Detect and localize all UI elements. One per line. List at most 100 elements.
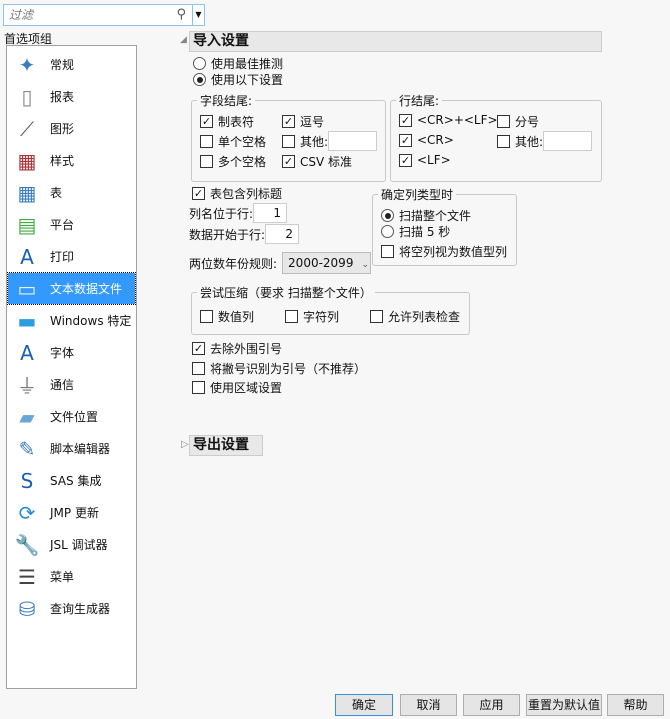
checkbox-label: 使用区域设置 [210,381,283,395]
group-title: 行结尾: [399,94,440,108]
sidebar-item[interactable]: ✦ 常规 [8,49,135,80]
filter-dropdown-button[interactable]: ▼ [192,4,205,26]
sidebar-item[interactable]: ▯ 报表 [8,81,135,112]
checkbox[interactable] [497,134,510,148]
checkbox-compress-char[interactable]: 字符列 [285,308,339,325]
checkbox[interactable] [285,310,298,323]
export-settings-header[interactable]: 导出设置 [189,435,263,456]
sidebar-item[interactable]: A 打印 [8,241,135,272]
year-rule-select[interactable]: 2000-2099 ⌄ [282,252,372,274]
radio-scan-5[interactable]: 扫描 5 秒 [381,223,450,240]
filter-input-box[interactable]: ⚲ [3,4,193,26]
filter-input[interactable] [4,5,164,25]
expand-triangle-icon[interactable]: ▷ [181,439,189,450]
checkbox-apostrophe[interactable]: 将撇号识别为引号（不推荐） [192,360,366,377]
checkbox-lf[interactable]: ✓ <LF> [399,153,451,167]
line-other-input[interactable] [543,131,593,151]
checkbox[interactable]: ✓ [399,113,412,127]
collapse-triangle-icon[interactable]: ◢ [180,35,187,45]
font-icon: A [20,340,34,365]
checkbox[interactable] [370,310,383,323]
checkbox[interactable] [200,155,213,168]
checkbox[interactable]: ✓ [192,187,205,200]
field-other-input[interactable] [328,131,378,151]
sidebar-item[interactable]: ▤ 平台 [8,209,135,240]
col-names-row-input[interactable]: 1 [253,203,288,223]
checkbox-label: 分号 [515,115,540,129]
sidebar-item[interactable]: S SAS 集成 [8,465,135,496]
checkbox[interactable]: ✓ [200,115,213,128]
checkbox-line-other[interactable]: 其他: [497,131,593,151]
radio-button[interactable] [193,57,206,70]
apply-button[interactable]: 应用 [463,694,520,716]
checkbox-field-other[interactable]: 其他: [282,131,378,151]
sidebar-item[interactable]: ⏚ 通信 [8,369,135,400]
sidebar-item[interactable]: ▭ 文本数据文件 [7,272,136,305]
checkbox-multiple-spaces[interactable]: 多个空格 [200,153,266,170]
checkbox-compress-numeric[interactable]: 数值列 [200,308,254,325]
chevron-down-icon: ⌄ [361,260,370,270]
checkbox-crlf[interactable]: ✓ <CR>+<LF> [399,113,498,127]
checkbox[interactable] [497,115,510,128]
checkbox[interactable]: ✓ [282,115,295,128]
sidebar-item-label: 通信 [50,378,75,392]
radio-button[interactable] [381,209,394,222]
radio-scan-all[interactable]: 扫描整个文件 [381,207,471,224]
sidebar-item[interactable]: ⟋ 图形 [8,113,135,144]
checkbox[interactable]: ✓ [399,133,412,147]
usb-icon: ⏚ [17,374,37,398]
checkbox[interactable]: ✓ [399,153,412,167]
checkbox[interactable]: ✓ [192,342,205,355]
checkbox-tab[interactable]: ✓ 制表符 [200,113,254,130]
group-title: 字段结尾: [200,94,253,108]
checkbox-cr[interactable]: ✓ <CR> [399,133,454,147]
checkbox-has-headers[interactable]: ✓ 表包含列标题 [192,185,282,202]
checkbox-space[interactable]: 单个空格 [200,133,266,150]
import-settings-header[interactable]: 导入设置 [189,31,602,52]
data-start-row-input[interactable]: 2 [265,224,300,244]
radio-button[interactable] [381,225,394,238]
sidebar-item[interactable]: ▦ 样式 [8,145,135,176]
sidebar-item[interactable]: 🔧 JSL 调试器 [8,529,135,560]
radio-best-guess[interactable]: 使用最佳推测 [193,55,283,72]
sidebar-item[interactable]: ☰ 菜单 [8,561,135,592]
checkbox-locale[interactable]: 使用区域设置 [192,379,282,396]
help-button[interactable]: 帮助 [607,694,664,716]
sidebar-item-label: 字体 [50,346,75,360]
checkbox[interactable] [282,134,295,148]
checkbox[interactable] [192,362,205,375]
sidebar-item-label: 文件位置 [50,410,99,424]
sidebar-item[interactable]: ▰ 文件位置 [8,401,135,432]
sidebar-item-label: 报表 [50,90,75,104]
sidebar-item[interactable]: ▬ Windows 特定 [8,305,135,336]
checkbox-label: 允许列表检查 [388,310,461,324]
checkbox-csv[interactable]: ✓ CSV 标准 [282,153,352,170]
cancel-button[interactable]: 取消 [400,694,457,716]
radio-button[interactable] [193,73,206,86]
checkbox-strip-quotes[interactable]: ✓ 去除外围引号 [192,340,282,357]
sidebar-item[interactable]: ⛁ 查询生成器 [8,593,135,624]
checkbox[interactable]: ✓ [282,155,295,168]
checkbox-semicolon[interactable]: 分号 [497,113,539,130]
radio-following-settings[interactable]: 使用以下设置 [193,71,283,88]
checkbox-comma[interactable]: ✓ 逗号 [282,113,324,130]
checkbox[interactable] [381,245,394,258]
checkbox[interactable] [200,135,213,148]
field-label: 列名位于行: [189,206,254,221]
preference-group-list[interactable]: ✦ 常规 ▯ 报表 ⟋ 图形 ▦ 样式 ▦ 表 ▤ 平台 A 打印 ▭ 文本数据文件 ▬ Windows 特定 A 字… [6,45,137,689]
sidebar-item-label: 打印 [50,250,75,264]
checkbox-empty-numeric[interactable]: 将空列视为数值型列 [381,243,507,260]
sidebar-item[interactable]: A 字体 [8,337,135,368]
checkbox[interactable] [200,310,213,323]
sidebar-item[interactable]: ✎ 脚本编辑器 [8,433,135,464]
checkbox[interactable] [192,381,205,394]
ok-button[interactable]: 确定 [335,694,393,716]
search-icon[interactable]: ⚲ [176,7,186,22]
group-title: 尝试压缩（要求 扫描整个文件） [200,286,372,300]
sidebar-item-label: 表 [50,186,63,200]
sidebar-item[interactable]: ▦ 表 [8,177,135,208]
sidebar-item[interactable]: ⟳ JMP 更新 [8,497,135,528]
sidebar-item-label: 脚本编辑器 [50,442,111,456]
checkbox-allow-list[interactable]: 允许列表检查 [370,308,460,325]
reset-defaults-button[interactable]: 重置为默认值 [526,694,602,716]
